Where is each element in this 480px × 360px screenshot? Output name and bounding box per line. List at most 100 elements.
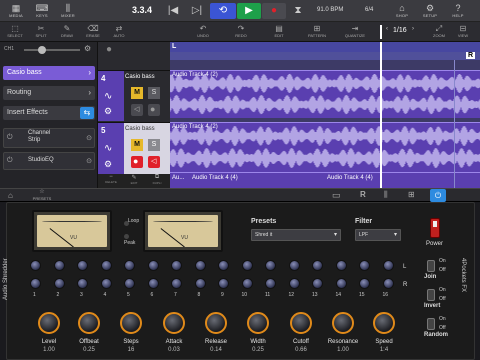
step-knob-l-3[interactable] — [77, 260, 88, 271]
play-button[interactable]: ▶ — [237, 3, 261, 19]
step-knob-r-13[interactable] — [312, 278, 323, 289]
undo-tool[interactable]: ↶ UNDO — [192, 24, 214, 38]
effect-slot-1[interactable]: ⏻ Channel Strip ⊙ — [3, 128, 95, 148]
keys-button[interactable]: ⌨ KEYS — [32, 3, 52, 21]
duplicate-track-button[interactable]: ⧉ DUPLI — [146, 174, 168, 185]
record-button[interactable]: ● — [262, 3, 286, 19]
loop-left-marker[interactable]: L — [172, 43, 176, 50]
shop-button[interactable]: ⌂ SHOP — [392, 3, 412, 21]
track-name[interactable]: Casio bass — [125, 126, 155, 132]
help-button[interactable]: ? HELP — [448, 3, 468, 21]
grid-resolution[interactable]: 1/16 — [393, 27, 407, 34]
track-name[interactable]: Casio bass — [125, 74, 155, 80]
step-knob-r-9[interactable] — [218, 278, 229, 289]
media-button[interactable]: ▦ MEDIA — [6, 3, 26, 21]
step-knob-r-3[interactable] — [77, 278, 88, 289]
step-knob-l-15[interactable] — [359, 260, 370, 271]
track-header-5[interactable]: 5 ∿ ⚙ Casio bass M S ● ◁ — [98, 122, 170, 175]
peak-led[interactable] — [124, 234, 129, 239]
step-knob-l-14[interactable] — [335, 260, 347, 271]
step-knob-r-8[interactable] — [194, 278, 206, 289]
grid-prev-arrow-icon[interactable]: ‹ — [386, 26, 388, 32]
step-knob-l-12[interactable] — [288, 260, 300, 271]
cutoff-knob[interactable] — [290, 312, 312, 334]
solo-button[interactable]: S — [148, 139, 160, 151]
routing-row[interactable]: Routing › — [3, 86, 95, 100]
step-knob-l-8[interactable] — [194, 260, 206, 271]
monitor-button[interactable]: ● — [131, 156, 143, 168]
fx-toggle-icon[interactable]: ⇆ — [80, 107, 94, 119]
draw-tool[interactable]: ✎ DRAW — [56, 24, 78, 38]
r-icon[interactable]: R — [360, 190, 366, 199]
volume-slider[interactable] — [24, 46, 80, 54]
track-settings-icon[interactable]: ⚙ — [104, 159, 112, 170]
auto-tool[interactable]: ⇄ AUTO — [108, 24, 130, 38]
step-knob-l-9[interactable] — [218, 260, 229, 271]
metronome-button[interactable]: ⧗ — [291, 3, 305, 19]
plugin-menu-icon[interactable]: ⌂ — [8, 191, 13, 200]
pattern-tool[interactable]: ⊞ PATTERN — [306, 24, 328, 38]
release-knob[interactable] — [205, 312, 227, 334]
power-icon[interactable]: ⏻ — [430, 189, 446, 202]
step-knob-l-4[interactable] — [100, 260, 112, 271]
edit-track-button[interactable]: ✎ EDIT — [123, 174, 145, 185]
loop-button[interactable]: ⟲ — [210, 3, 236, 19]
step-knob-r-14[interactable] — [335, 278, 347, 289]
step-knob-l-5[interactable] — [124, 260, 135, 271]
step-knob-r-12[interactable] — [288, 278, 300, 289]
resonance-knob[interactable] — [332, 312, 354, 334]
step-knob-l-10[interactable] — [241, 260, 253, 271]
solo-button[interactable]: S — [148, 87, 160, 99]
audio-region-strip[interactable]: Au... Audio Track 4 (4) Audio Track 4 (4… — [170, 172, 480, 188]
select-tool[interactable]: ⬚ SELECT — [4, 24, 26, 38]
delete-track-button[interactable]: − DELETE — [100, 174, 122, 184]
redo-tool[interactable]: ↷ REDO — [230, 24, 252, 38]
steps-knob[interactable] — [120, 312, 142, 334]
tempo-display[interactable]: 91.0 BPM — [317, 7, 343, 13]
effect-settings-icon[interactable]: ⊙ — [86, 134, 92, 142]
mute-button[interactable]: M — [131, 87, 143, 99]
instrument-selector[interactable]: Casio bass › — [3, 66, 95, 80]
step-knob-l-6[interactable] — [147, 260, 159, 271]
step-knob-l-16[interactable] — [382, 260, 394, 271]
zoom-tool[interactable]: ⤢ ZOOM — [428, 24, 450, 38]
attack-knob[interactable] — [163, 312, 185, 334]
step-knob-r-2[interactable] — [53, 278, 65, 289]
step-knob-l-2[interactable] — [53, 260, 65, 271]
step-knob-r-10[interactable] — [241, 278, 253, 289]
filter-select[interactable]: LPF ▾ — [355, 229, 401, 241]
keyboard-icon[interactable]: ⫼ — [384, 190, 388, 200]
grid-next-arrow-icon[interactable]: › — [412, 26, 414, 32]
width-knob[interactable] — [247, 312, 269, 334]
step-knob-r-15[interactable] — [359, 278, 370, 289]
mixer-button[interactable]: ⫼ MIXER — [58, 3, 78, 21]
monitor-button[interactable]: ◁ — [131, 104, 143, 116]
level-knob[interactable] — [38, 312, 60, 334]
step-knob-r-1[interactable] — [30, 278, 41, 289]
track-settings-icon[interactable]: ⚙ — [104, 106, 112, 117]
audio-region[interactable]: Audio Track 4 (2) — [170, 122, 480, 172]
step-knob-l-1[interactable] — [30, 260, 41, 271]
audio-region[interactable]: Audio Track 4 (2) — [170, 70, 480, 118]
track-header-4[interactable]: 4 ∿ ⚙ Casio bass M S ◁ ● — [98, 70, 170, 121]
step-knob-r-6[interactable] — [147, 278, 159, 289]
step-knob-r-16[interactable] — [382, 278, 394, 289]
edit-tool[interactable]: ▤ EDIT — [268, 24, 290, 38]
screen-icon[interactable]: ▭ — [332, 190, 341, 201]
switch-invert[interactable] — [427, 289, 435, 301]
step-knob-l-7[interactable] — [171, 260, 182, 271]
effect-power-icon[interactable]: ⏻ — [7, 134, 13, 142]
step-knob-l-13[interactable] — [312, 260, 323, 271]
grid-icon[interactable]: ⊞ — [408, 190, 415, 199]
time-signature[interactable]: 6/4 — [365, 7, 373, 13]
arm-button[interactable]: ● — [148, 104, 160, 116]
erase-tool[interactable]: ⌫ ERASE — [82, 24, 104, 38]
loop-right-marker[interactable]: R — [466, 52, 476, 59]
split-tool[interactable]: ✂ SPLIT — [30, 24, 52, 38]
playhead[interactable] — [380, 42, 382, 188]
volume-slider-thumb[interactable] — [38, 46, 46, 54]
quantize-tool[interactable]: ⇥ QUANTIZE — [344, 24, 366, 38]
switch-join[interactable] — [427, 260, 435, 272]
switch-random[interactable] — [427, 318, 435, 330]
step-knob-r-11[interactable] — [265, 278, 276, 289]
